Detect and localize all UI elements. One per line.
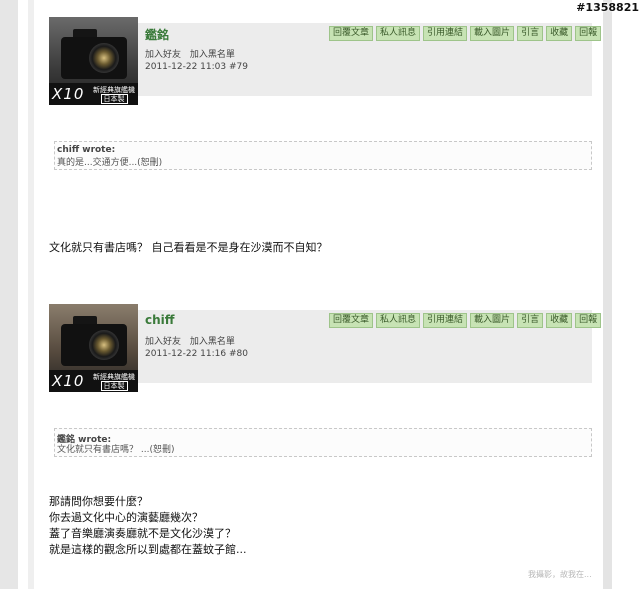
reply-button[interactable]: 回覆文章	[329, 26, 374, 41]
report-button[interactable]: 回報	[575, 26, 602, 41]
avatar-caption-line1: 新經典旗艦機	[93, 86, 135, 94]
username[interactable]: chiff	[145, 313, 175, 327]
avatar[interactable]: X10 新經典旗艦機 日本製	[49, 304, 138, 392]
scroll-gutter	[603, 0, 612, 589]
report-button[interactable]: 回報	[575, 313, 602, 328]
left-gutter	[0, 0, 18, 589]
private-message-button[interactable]: 私人訊息	[376, 26, 421, 41]
quote-block: 鑑銘 wrote: 文化就只有書店嗎？ ...(恕刪)	[54, 428, 592, 457]
avatar-caption-line2: 日本製	[100, 94, 128, 104]
quote-text: 文化就只有書店嗎？ ...(恕刪)	[57, 445, 175, 455]
quote-button[interactable]: 引言	[517, 313, 544, 328]
favorite-button[interactable]: 收藏	[546, 26, 573, 41]
avatar-caption: X10 新經典旗艦機 日本製	[49, 370, 138, 392]
camera-lens-shape	[89, 43, 119, 73]
quote-link-button[interactable]: 引用連結	[423, 26, 468, 41]
post-body-line: 就是這樣的觀念所以到處都在蓋蚊子館...	[49, 543, 247, 556]
left-gutter-inner	[28, 0, 34, 589]
quote-author: chiff wrote:	[57, 145, 116, 155]
post-header: X10 新經典旗艦機 日本製 chiff 加入好友 加入黑名單 2011-12-…	[49, 304, 602, 392]
post-header: X10 新經典旗艦機 日本製 鑑銘 加入好友 加入黑名單 2011-12-22 …	[49, 17, 602, 105]
avatar-caption-line1: 新經典旗艦機	[93, 373, 135, 381]
post-body-line: 文化就只有書店嗎？ 自己看看是不是身在沙漠而不自知？	[49, 241, 328, 254]
post-body-line: 你去過文化中心的演藝廳幾次？	[49, 511, 203, 524]
favorite-button[interactable]: 收藏	[546, 313, 573, 328]
post-body-line: 蓋了音樂廳演奏廳就不是文化沙漠了？	[49, 527, 236, 540]
load-images-button[interactable]: 載入圖片	[470, 313, 515, 328]
avatar-model: X10	[52, 85, 85, 103]
username[interactable]: 鑑銘	[145, 26, 169, 43]
user-links: 加入好友 加入黑名單	[145, 334, 241, 347]
post-meta: 2011-12-22 11:16 #80	[145, 349, 248, 359]
load-images-button[interactable]: 載入圖片	[470, 26, 515, 41]
add-friend-link[interactable]: 加入好友	[145, 50, 181, 60]
private-message-button[interactable]: 私人訊息	[376, 313, 421, 328]
quote-text: 真的是...交通方便...(恕刪)	[57, 158, 163, 168]
avatar-caption-text: 新經典旗艦機 日本製	[93, 373, 135, 391]
post-body-line: 那請問你想要什麼？	[49, 495, 148, 508]
post-action-buttons: 回覆文章 私人訊息 引用連結 載入圖片 引言 收藏 回報	[329, 313, 602, 328]
quote-button[interactable]: 引言	[517, 26, 544, 41]
add-friend-link[interactable]: 加入好友	[145, 337, 181, 347]
avatar-caption: X10 新經典旗艦機 日本製	[49, 83, 138, 105]
signature: 我攝影，故我在...	[528, 570, 592, 579]
user-links: 加入好友 加入黑名單	[145, 47, 241, 60]
avatar-model: X10	[52, 372, 85, 390]
post-action-buttons: 回覆文章 私人訊息 引用連結 載入圖片 引言 收藏 回報	[329, 26, 602, 41]
watermark: #1358821	[576, 1, 639, 14]
quote-block: chiff wrote: 真的是...交通方便...(恕刪)	[54, 141, 592, 170]
camera-lens-shape	[89, 330, 119, 360]
add-blacklist-link[interactable]: 加入黑名單	[190, 50, 235, 60]
reply-button[interactable]: 回覆文章	[329, 313, 374, 328]
avatar[interactable]: X10 新經典旗艦機 日本製	[49, 17, 138, 105]
quote-link-button[interactable]: 引用連結	[423, 313, 468, 328]
post-meta: 2011-12-22 11:03 #79	[145, 62, 248, 72]
add-blacklist-link[interactable]: 加入黑名單	[190, 337, 235, 347]
avatar-caption-line2: 日本製	[100, 381, 128, 391]
avatar-caption-text: 新經典旗艦機 日本製	[93, 86, 135, 104]
